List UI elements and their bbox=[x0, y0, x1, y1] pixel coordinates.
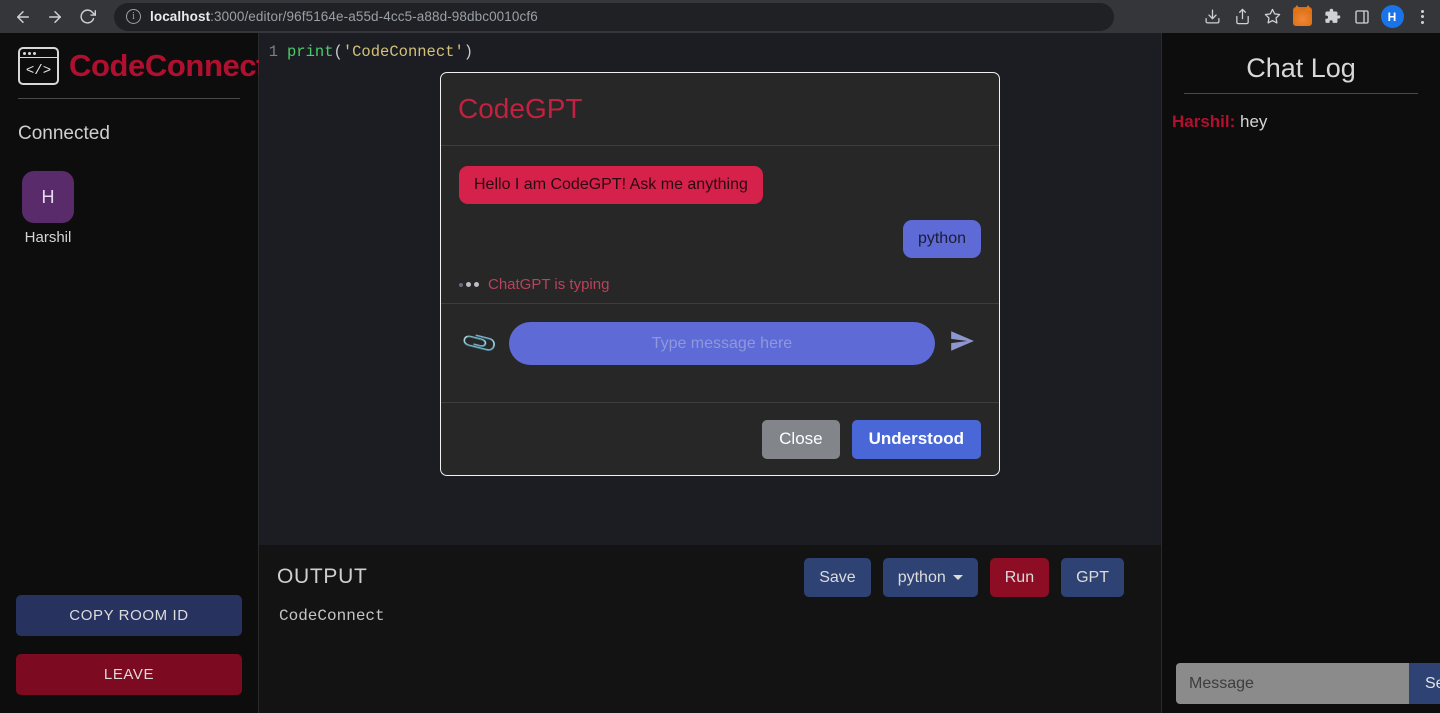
save-button[interactable]: Save bbox=[804, 558, 871, 597]
download-icon[interactable] bbox=[1198, 3, 1226, 31]
address-bar[interactable]: i localhost:3000/editor/96f5164e-a55d-4c… bbox=[114, 2, 1114, 31]
chat-log-panel: Chat Log Harshil: hey Send bbox=[1161, 33, 1440, 713]
chat-send-button[interactable]: Send bbox=[1409, 663, 1440, 704]
url-path: :3000/editor/96f5164e-a55d-4cc5-a88d-98d… bbox=[210, 9, 538, 24]
chat-message-author: Harshil: bbox=[1172, 112, 1236, 131]
reload-icon[interactable] bbox=[72, 2, 102, 32]
client-item[interactable]: H Harshil bbox=[18, 171, 78, 246]
output-actions: Save python Run GPT bbox=[804, 558, 1124, 597]
browser-toolbar-right: H bbox=[1198, 0, 1436, 33]
browser-nav-buttons bbox=[0, 2, 102, 32]
modal-footer: Close Understood bbox=[441, 402, 999, 475]
token-function: print bbox=[287, 43, 334, 61]
gpt-button[interactable]: GPT bbox=[1061, 558, 1124, 597]
line-number: 1 bbox=[268, 43, 278, 61]
chat-log-title: Chat Log bbox=[1246, 53, 1356, 83]
token-string: 'CodeConnect' bbox=[342, 43, 464, 61]
connected-clients-list: H Harshil bbox=[0, 145, 258, 246]
copy-room-id-button[interactable]: COPY ROOM ID bbox=[16, 595, 242, 636]
brand: </> CodeConnect bbox=[0, 33, 267, 85]
token-paren-open: ( bbox=[333, 43, 343, 61]
brand-name: CodeConnect bbox=[69, 48, 267, 83]
code-content: print('CodeConnect') bbox=[287, 43, 473, 61]
extensions-puzzle-icon[interactable] bbox=[1318, 3, 1346, 31]
output-header: OUTPUT Save python Run GPT bbox=[259, 545, 1161, 607]
user-message-bubble: python bbox=[902, 220, 981, 258]
browser-toolbar: i localhost:3000/editor/96f5164e-a55d-4c… bbox=[0, 0, 1440, 33]
leave-button[interactable]: LEAVE bbox=[16, 654, 242, 695]
output-body: CodeConnect bbox=[279, 607, 385, 625]
sidebar: </> CodeConnect Connected H Harshil COPY… bbox=[0, 33, 267, 713]
language-dropdown-label: python bbox=[897, 568, 946, 586]
language-dropdown[interactable]: python bbox=[882, 558, 978, 597]
forward-arrow-icon[interactable] bbox=[40, 2, 70, 32]
chevron-down-icon bbox=[952, 575, 963, 580]
chat-message-input[interactable] bbox=[1176, 663, 1409, 704]
understood-button[interactable]: Understood bbox=[851, 419, 981, 459]
bot-message-bubble: Hello I am CodeGPT! Ask me anything bbox=[459, 166, 763, 204]
modal-header: CodeGPT bbox=[441, 73, 999, 146]
app-root: </> CodeConnect Connected H Harshil COPY… bbox=[0, 33, 1440, 713]
chat-message-text: hey bbox=[1235, 112, 1268, 131]
close-button[interactable]: Close bbox=[762, 419, 840, 459]
sidebar-actions: COPY ROOM ID LEAVE bbox=[16, 595, 242, 695]
url-text: localhost:3000/editor/96f5164e-a55d-4cc5… bbox=[150, 9, 538, 24]
modal-body: Hello I am CodeGPT! Ask me anything pyth… bbox=[441, 146, 999, 402]
token-paren-close: ) bbox=[463, 43, 474, 61]
share-icon[interactable] bbox=[1228, 3, 1256, 31]
codeconnect-logo-icon: </> bbox=[18, 47, 59, 85]
output-title: OUTPUT bbox=[277, 565, 368, 588]
typing-dots-icon bbox=[459, 282, 479, 287]
back-arrow-icon[interactable] bbox=[8, 2, 38, 32]
typing-indicator: ChatGPT is typing bbox=[459, 274, 981, 303]
paperclip-icon[interactable]: 📎 bbox=[459, 323, 500, 364]
code-line: 1 print('CodeConnect') bbox=[259, 33, 1161, 61]
chat-input-row: Send bbox=[1176, 663, 1440, 704]
run-button[interactable]: Run bbox=[989, 558, 1050, 597]
profile-avatar-initial: H bbox=[1380, 5, 1404, 28]
site-info-icon[interactable]: i bbox=[126, 9, 141, 24]
metamask-fox-icon[interactable] bbox=[1288, 3, 1316, 31]
codegpt-modal: CodeGPT Hello I am CodeGPT! Ask me anyth… bbox=[440, 72, 1000, 476]
modal-message-row-bot: Hello I am CodeGPT! Ask me anything bbox=[459, 166, 981, 204]
connected-label: Connected bbox=[18, 123, 110, 144]
client-name: Harshil bbox=[24, 229, 72, 246]
output-panel: OUTPUT Save python Run GPT CodeConnect bbox=[259, 545, 1161, 713]
modal-message-input[interactable] bbox=[508, 322, 935, 365]
modal-title: CodeGPT bbox=[458, 93, 583, 124]
chat-log-message: Harshil: hey bbox=[1172, 112, 1440, 140]
modal-message-row-user: python bbox=[459, 220, 981, 258]
client-avatar: H bbox=[22, 171, 74, 223]
menu-kebab-icon[interactable] bbox=[1408, 3, 1436, 31]
bookmark-star-icon[interactable] bbox=[1258, 3, 1286, 31]
send-plane-icon[interactable] bbox=[949, 328, 975, 359]
url-host: localhost bbox=[150, 9, 211, 24]
profile-avatar[interactable]: H bbox=[1378, 3, 1406, 31]
typing-indicator-text: ChatGPT is typing bbox=[488, 276, 610, 293]
side-panel-icon[interactable] bbox=[1348, 3, 1376, 31]
modal-compose-row: 📎 bbox=[459, 304, 981, 365]
chat-log-messages: Harshil: hey bbox=[1162, 94, 1440, 140]
logo-code-glyph: </> bbox=[25, 62, 52, 79]
